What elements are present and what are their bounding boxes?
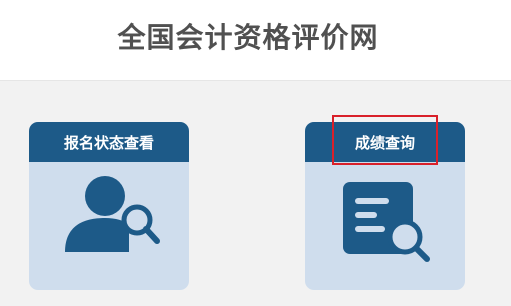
site-header: 全国会计资格评价网 (0, 0, 511, 81)
score-query-label[interactable]: 成绩查询 (305, 122, 465, 162)
score-query-card[interactable]: 成绩查询 (305, 122, 465, 290)
main-content: 报名状态查看 成绩查询 (0, 81, 511, 306)
registration-status-label[interactable]: 报名状态查看 (29, 122, 189, 162)
user-search-icon[interactable] (29, 162, 189, 290)
document-search-icon[interactable] (305, 162, 465, 290)
registration-status-card[interactable]: 报名状态查看 (29, 122, 189, 290)
site-title: 全国会计资格评价网 (117, 21, 379, 54)
